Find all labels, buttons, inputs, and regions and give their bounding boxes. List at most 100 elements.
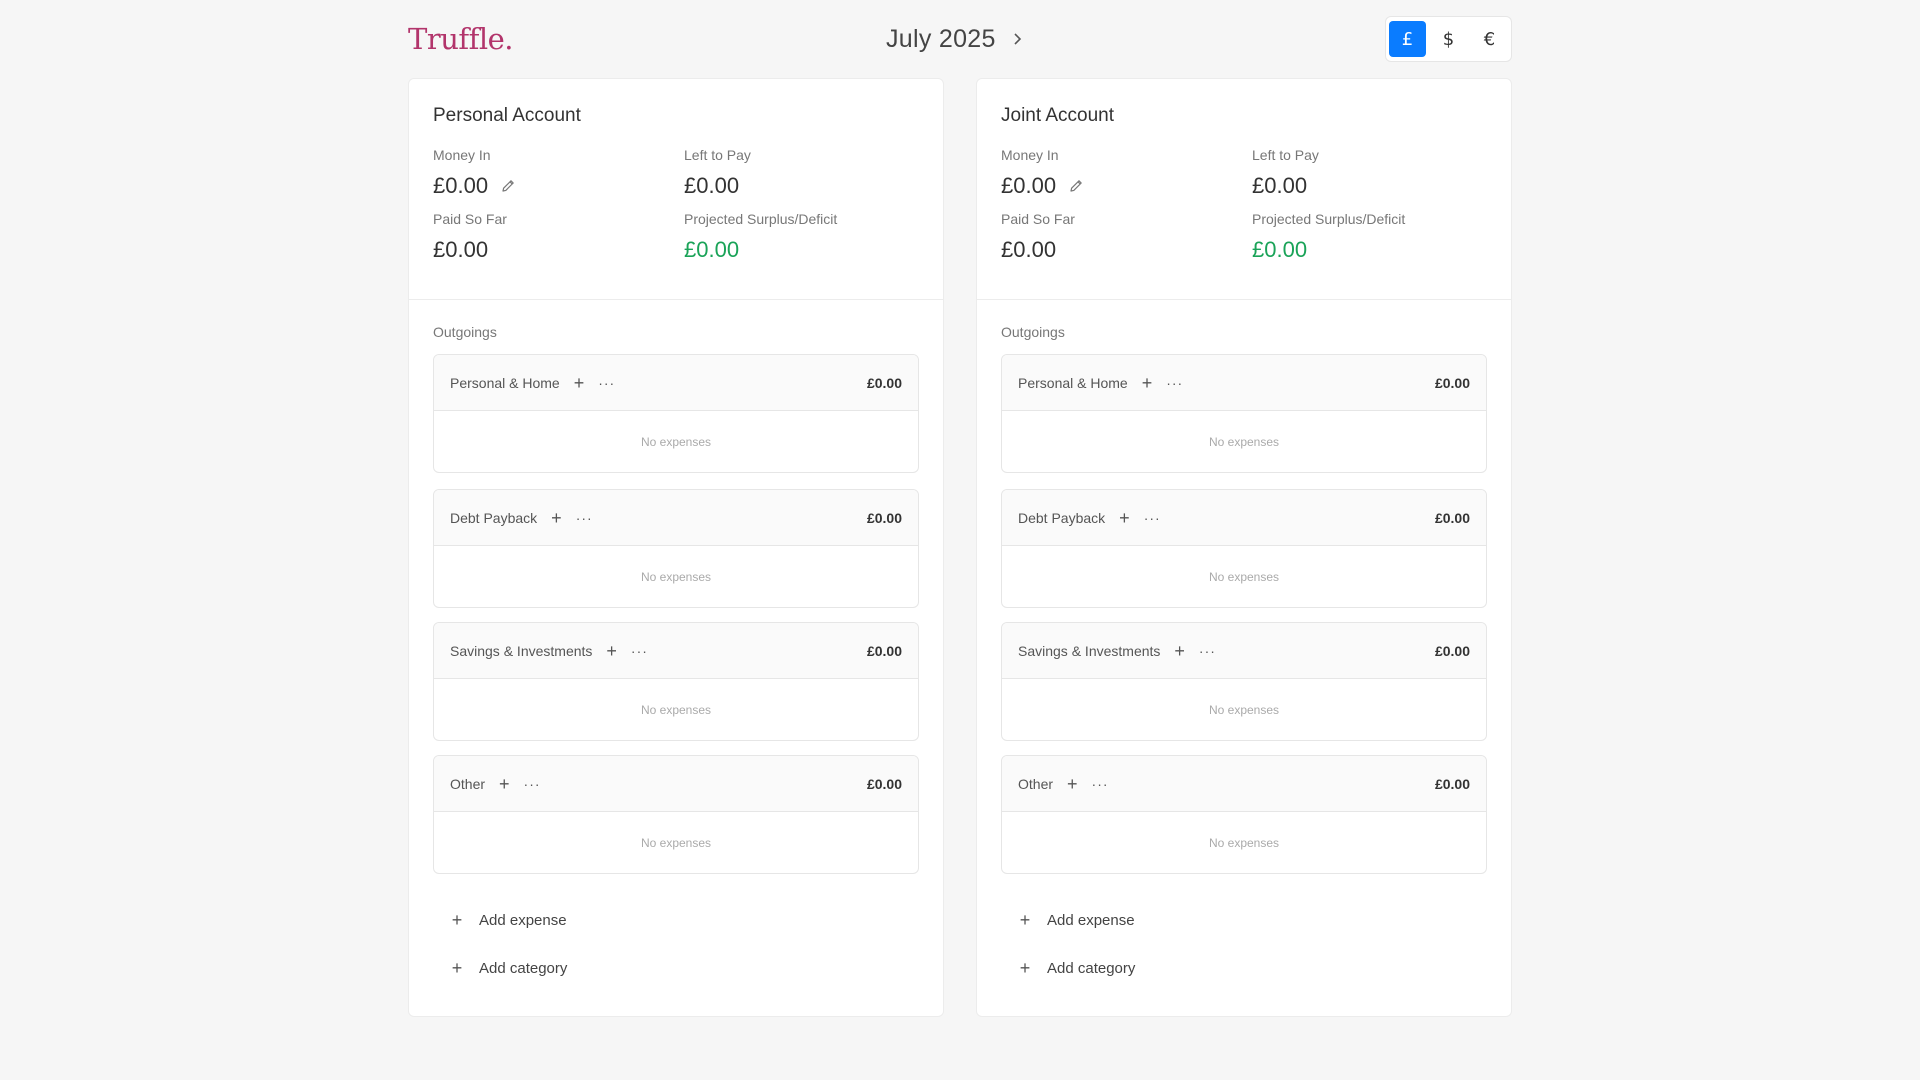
paid-so-far-stat: Paid So Far £0.00 xyxy=(1001,211,1252,263)
paid-so-far-value: £0.00 xyxy=(1001,237,1057,262)
currency-switch: £ $ € xyxy=(1385,16,1512,62)
currency-eur-button[interactable]: € xyxy=(1471,21,1508,57)
add-category-button[interactable]: + Add category xyxy=(449,944,927,992)
money-in-amount: £0.00 xyxy=(433,173,489,198)
projected-stat: Projected Surplus/Deficit £0.00 xyxy=(684,211,924,263)
category-name: Other xyxy=(450,775,486,792)
category-header: Debt Payback + ··· £0.00 xyxy=(434,490,918,546)
chevron-right-icon xyxy=(1014,33,1021,45)
account-actions: + Add expense + Add category xyxy=(409,890,943,992)
category-more-options-icon[interactable]: ··· xyxy=(524,777,541,791)
account-stats: Money In £0.00 Left to Pay £0.00 Paid So… xyxy=(433,147,919,263)
category-header: Savings & Investments + ··· £0.00 xyxy=(1002,623,1486,679)
add-expense-to-category-button[interactable]: + xyxy=(606,642,617,660)
pencil-icon xyxy=(502,180,514,192)
category-savings-investments: Savings & Investments + ··· £0.00 No exp… xyxy=(433,622,919,741)
category-more-options-icon[interactable]: ··· xyxy=(1166,376,1183,390)
category-name: Debt Payback xyxy=(450,509,538,526)
category-empty-state: No expenses xyxy=(640,570,712,584)
category-name: Savings & Investments xyxy=(1018,642,1161,659)
outgoings-section: Outgoings Personal & Home + ··· £0.00 No… xyxy=(977,300,1511,874)
left-to-pay-stat: Left to Pay £0.00 xyxy=(1252,147,1492,199)
plus-icon: + xyxy=(451,909,463,930)
category-other: Other + ··· £0.00 No expenses xyxy=(1001,755,1487,874)
money-in-stat: Money In £0.00 xyxy=(1001,147,1252,199)
left-to-pay-value: £0.00 xyxy=(1252,173,1308,198)
joint-account-card: Joint Account Money In £0.00 Left to Pay… xyxy=(976,78,1512,1017)
add-expense-label: Add expense xyxy=(1047,911,1135,929)
add-expense-to-category-button[interactable]: + xyxy=(499,775,510,793)
projected-label: Projected Surplus/Deficit xyxy=(684,211,838,227)
add-expense-to-category-button[interactable]: + xyxy=(551,509,562,527)
money-in-value: £0.00 xyxy=(1001,173,1252,199)
add-expense-label: Add expense xyxy=(479,911,567,929)
category-header: Other + ··· £0.00 xyxy=(1002,756,1486,812)
add-expense-button[interactable]: + Add expense xyxy=(449,896,927,944)
paid-so-far-label: Paid So Far xyxy=(433,211,507,227)
projected-label: Projected Surplus/Deficit xyxy=(1252,211,1406,227)
category-more-options-icon[interactable]: ··· xyxy=(598,376,615,390)
category-name: Debt Payback xyxy=(1018,509,1106,526)
category-name: Personal & Home xyxy=(450,374,560,391)
category-debt-payback: Debt Payback + ··· £0.00 No expenses xyxy=(1001,489,1487,608)
category-more-options-icon[interactable]: ··· xyxy=(576,511,593,525)
category-header: Personal & Home + ··· £0.00 xyxy=(1002,355,1486,411)
logo: Truffle. xyxy=(408,22,514,56)
category-empty-state: No expenses xyxy=(1208,435,1280,449)
paid-so-far-value: £0.00 xyxy=(433,237,489,262)
money-in-label: Money In xyxy=(1001,147,1059,163)
category-more-options-icon[interactable]: ··· xyxy=(1092,777,1109,791)
projected-stat: Projected Surplus/Deficit £0.00 xyxy=(1252,211,1492,263)
category-more-options-icon[interactable]: ··· xyxy=(1199,644,1216,658)
personal-account-card: Personal Account Money In £0.00 Left to xyxy=(408,78,944,1017)
left-to-pay-label: Left to Pay xyxy=(1252,147,1319,163)
plus-icon: + xyxy=(1019,957,1031,978)
add-category-label: Add category xyxy=(1047,959,1136,977)
currency-gbp-button[interactable]: £ xyxy=(1389,21,1426,57)
category-total: £0.00 xyxy=(866,775,902,792)
category-empty-state: No expenses xyxy=(640,836,712,850)
plus-icon: + xyxy=(1019,909,1031,930)
add-category-button[interactable]: + Add category xyxy=(1017,944,1495,992)
category-header: Debt Payback + ··· £0.00 xyxy=(1002,490,1486,546)
left-to-pay-stat: Left to Pay £0.00 xyxy=(684,147,924,199)
outgoings-section: Outgoings Personal & Home + ··· £0.00 No… xyxy=(409,300,943,874)
category-other: Other + ··· £0.00 No expenses xyxy=(433,755,919,874)
category-total: £0.00 xyxy=(866,509,902,526)
category-more-options-icon[interactable]: ··· xyxy=(1144,511,1161,525)
edit-money-in-button[interactable] xyxy=(500,178,516,194)
category-total: £0.00 xyxy=(866,374,902,391)
add-expense-to-category-button[interactable]: + xyxy=(574,374,585,392)
category-empty-state: No expenses xyxy=(640,703,712,717)
money-in-value: £0.00 xyxy=(433,173,684,199)
category-savings-investments: Savings & Investments + ··· £0.00 No exp… xyxy=(1001,622,1487,741)
projected-value: £0.00 xyxy=(684,237,740,262)
add-expense-to-category-button[interactable]: + xyxy=(1174,642,1185,660)
account-summary: Personal Account Money In £0.00 Left to xyxy=(409,79,943,300)
add-expense-to-category-button[interactable]: + xyxy=(1142,374,1153,392)
category-header: Personal & Home + ··· £0.00 xyxy=(434,355,918,411)
category-header: Savings & Investments + ··· £0.00 xyxy=(434,623,918,679)
account-title: Personal Account xyxy=(433,105,581,126)
currency-usd-button[interactable]: $ xyxy=(1430,21,1467,57)
pencil-icon xyxy=(1070,180,1082,192)
edit-money-in-button[interactable] xyxy=(1068,178,1084,194)
account-actions: + Add expense + Add category xyxy=(977,890,1511,992)
add-expense-button[interactable]: + Add expense xyxy=(1017,896,1495,944)
month-navigator: July 2025 xyxy=(886,16,1026,62)
money-in-label: Money In xyxy=(433,147,491,163)
left-to-pay-value: £0.00 xyxy=(684,173,740,198)
category-total: £0.00 xyxy=(1434,374,1470,391)
add-expense-to-category-button[interactable]: + xyxy=(1067,775,1078,793)
category-name: Other xyxy=(1018,775,1054,792)
category-personal-home: Personal & Home + ··· £0.00 No expenses xyxy=(433,354,919,473)
category-name: Savings & Investments xyxy=(450,642,593,659)
add-expense-to-category-button[interactable]: + xyxy=(1119,509,1130,527)
projected-value: £0.00 xyxy=(1252,237,1308,262)
header: Truffle. July 2025 £ $ € xyxy=(408,16,1512,62)
category-more-options-icon[interactable]: ··· xyxy=(631,644,648,658)
category-personal-home: Personal & Home + ··· £0.00 No expenses xyxy=(1001,354,1487,473)
outgoings-label: Outgoings xyxy=(433,324,497,340)
next-month-button[interactable] xyxy=(1008,28,1026,50)
category-debt-payback: Debt Payback + ··· £0.00 No expenses xyxy=(433,489,919,608)
